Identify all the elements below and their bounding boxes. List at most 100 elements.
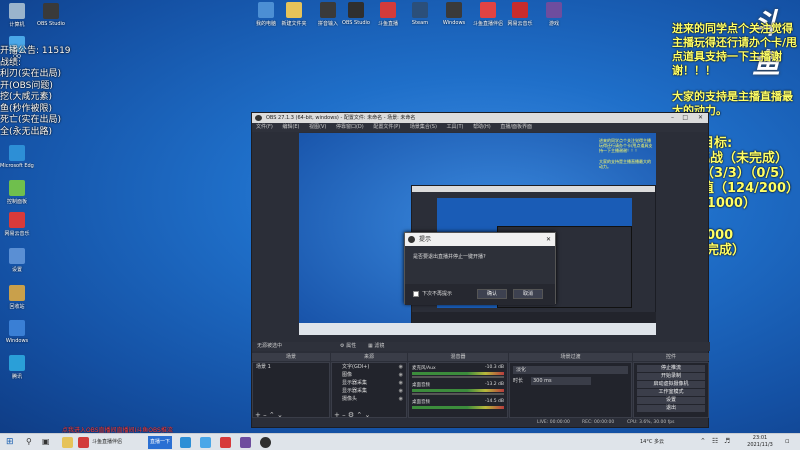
desktop-icon-label: OBS Studio bbox=[37, 21, 65, 27]
network-icon[interactable]: ☷ bbox=[712, 437, 718, 445]
settings-button[interactable]: 设置 bbox=[637, 397, 705, 404]
weather-text[interactable]: 14°C 多云 bbox=[640, 434, 664, 450]
menu-edit[interactable]: 编辑(E) bbox=[282, 124, 299, 130]
eye-icon[interactable]: ◉ bbox=[399, 395, 403, 403]
remove-scene-icon[interactable]: – bbox=[263, 411, 267, 419]
desktop-icon[interactable]: 腾讯 bbox=[0, 355, 34, 380]
netease-music-icon[interactable] bbox=[220, 437, 231, 448]
transition-select[interactable]: 淡化 bbox=[513, 366, 628, 374]
start-recording-button[interactable]: 开始录制 bbox=[637, 373, 705, 380]
taskbar-live-button[interactable]: 直播一下 bbox=[148, 436, 172, 449]
source-item[interactable]: 图像 ◉ bbox=[332, 371, 406, 379]
stop-streaming-button[interactable]: 停止推流 bbox=[637, 365, 705, 372]
desktop-icon-label: 网易云音乐 bbox=[507, 21, 533, 27]
filters-button[interactable]: ▦ 滤镜 bbox=[368, 342, 384, 351]
task-view-icon[interactable]: ▣ bbox=[42, 437, 50, 446]
desktop-icon[interactable]: Windows bbox=[0, 320, 34, 344]
volume-slider[interactable] bbox=[412, 376, 504, 378]
desktop-icon[interactable]: OBS Studio bbox=[339, 2, 373, 26]
properties-button[interactable]: ⚙ 属性 bbox=[340, 342, 356, 351]
volume-slider[interactable] bbox=[412, 393, 504, 395]
file-explorer-icon[interactable] bbox=[62, 437, 73, 448]
obs-taskbar-icon[interactable] bbox=[260, 437, 271, 448]
source-label: 显示器采集 bbox=[342, 388, 368, 394]
app-icon[interactable] bbox=[240, 437, 251, 448]
desktop-icon[interactable]: 计算机 bbox=[0, 3, 34, 28]
desktop-icon[interactable]: 回收站 bbox=[0, 285, 34, 310]
exit-button[interactable]: 退出 bbox=[637, 405, 705, 412]
desktop-icon[interactable]: 斗鱼直播 bbox=[371, 2, 405, 27]
virtual-camera-button[interactable]: 启动虚拟摄像机 bbox=[637, 381, 705, 388]
source-settings-icon[interactable]: ⚙ bbox=[348, 411, 354, 419]
desktop-icon[interactable]: Windows bbox=[437, 2, 471, 26]
taskbar-task-label[interactable]: 斗鱼直播伴侣 bbox=[92, 434, 122, 450]
add-scene-icon[interactable]: + bbox=[255, 411, 261, 419]
taskbar-clock[interactable]: 23:01 2021/11/3 bbox=[740, 435, 780, 449]
desktop-icon[interactable]: OBS Studio bbox=[34, 3, 68, 27]
source-item[interactable]: 显示器采集 ◉ bbox=[332, 387, 406, 395]
source-item[interactable]: 摄像头 ◉ bbox=[332, 395, 406, 403]
desktop-icon[interactable]: Microsoft Edge bbox=[0, 145, 34, 169]
menu-help[interactable]: 帮助(H) bbox=[473, 124, 491, 130]
eye-icon[interactable]: ◉ bbox=[399, 371, 403, 379]
move-up-icon[interactable]: ⌃ bbox=[269, 411, 275, 419]
source-item[interactable]: 文字(GDI+) ◉ bbox=[332, 363, 406, 371]
edge-icon[interactable] bbox=[180, 437, 191, 448]
menu-live-panel[interactable]: 直播/面板界面 bbox=[500, 124, 532, 130]
menu-profile[interactable]: 配置文件(P) bbox=[373, 124, 400, 130]
add-source-icon[interactable]: + bbox=[334, 411, 340, 419]
dialog-close-icon[interactable]: ✕ bbox=[546, 233, 551, 246]
desktop-icon[interactable]: 新建文件夹 bbox=[277, 2, 311, 27]
source-up-icon[interactable]: ⌃ bbox=[356, 411, 362, 419]
windows-start-icon[interactable]: ⊞ bbox=[6, 438, 14, 447]
scene-item[interactable]: 场景 1 bbox=[253, 363, 329, 371]
controls-header: 控件 bbox=[633, 353, 709, 361]
minimize-icon[interactable]: – bbox=[671, 113, 674, 123]
desktop-icon[interactable]: 游戏 bbox=[537, 2, 571, 27]
desktop-icon[interactable]: 控制面板 bbox=[0, 180, 34, 205]
cancel-button[interactable]: 取消 bbox=[513, 289, 543, 299]
tray-up-icon[interactable]: ⌃ bbox=[700, 437, 706, 445]
desktop-icon[interactable]: 网易云音乐 bbox=[0, 212, 34, 237]
search-icon[interactable]: ⚲ bbox=[26, 437, 32, 446]
overlay-message: 进来的同学点个关注觉得主播玩得还行请办个卡/甩点道具支持一下主播谢谢！！！ bbox=[672, 22, 798, 77]
overlay-line: 战绩: bbox=[0, 57, 22, 68]
qq-icon[interactable] bbox=[200, 437, 211, 448]
mixer-panel: 麦克风/Aux -10.3 dB 桌面音频 -13.2 dB 桌面音频 -14.5 d… bbox=[408, 362, 508, 418]
studio-mode-button[interactable]: 工作室模式 bbox=[637, 389, 705, 396]
close-icon[interactable]: ✕ bbox=[698, 113, 703, 123]
sources-header: 来源 bbox=[331, 353, 407, 361]
desktop-icon[interactable]: 网易云音乐 bbox=[503, 2, 537, 27]
desktop-icon-label: 计算机 bbox=[9, 22, 25, 28]
notification-icon[interactable]: ▫ bbox=[785, 437, 790, 445]
source-down-icon[interactable]: ⌄ bbox=[364, 411, 370, 419]
remove-source-icon[interactable]: – bbox=[342, 411, 346, 419]
overlay-line: 开播公告: 11519 bbox=[0, 46, 71, 56]
source-toolbar: 无源被选中 ⚙ 属性 ▦ 滤镜 bbox=[252, 342, 710, 351]
clock-date: 2021/11/3 bbox=[747, 442, 773, 448]
menu-view[interactable]: 视图(V) bbox=[309, 124, 326, 130]
menu-scene-collection[interactable]: 场景集合(S) bbox=[410, 124, 437, 130]
douyu-taskbar-icon[interactable] bbox=[78, 437, 89, 448]
duration-input[interactable]: 300 ms bbox=[531, 377, 591, 385]
dont-show-checkbox[interactable] bbox=[413, 291, 419, 297]
overlay-line: 利刃(实在出局) bbox=[0, 69, 62, 79]
confirm-button[interactable]: 确认 bbox=[477, 289, 507, 299]
eye-icon[interactable]: ◉ bbox=[399, 363, 403, 371]
menu-tools[interactable]: 工具(T) bbox=[447, 124, 464, 130]
desktop-icon[interactable]: 斗鱼直播伴侣 bbox=[471, 2, 505, 27]
desktop-icon[interactable]: Steam bbox=[403, 2, 437, 26]
eye-icon[interactable]: ◉ bbox=[399, 387, 403, 395]
desktop-icon[interactable]: 设置 bbox=[0, 248, 34, 273]
eye-icon[interactable]: ◉ bbox=[399, 379, 403, 387]
desktop-icon-label: 设置 bbox=[11, 267, 22, 273]
cpu-status: CPU: 3.6%, 30.00 fps bbox=[627, 420, 675, 425]
menu-docks[interactable]: 停靠窗口(D) bbox=[336, 124, 364, 130]
obs-titlebar[interactable]: OBS 27.1.3 (64-bit, windows) - 配置文件: 未命名… bbox=[252, 113, 708, 123]
menu-file[interactable]: 文件(F) bbox=[256, 124, 273, 130]
maximize-icon[interactable]: □ bbox=[682, 113, 688, 123]
volume-icon[interactable]: ♬ bbox=[724, 437, 730, 445]
clock-time: 23:01 bbox=[752, 435, 768, 441]
move-down-icon[interactable]: ⌄ bbox=[277, 411, 283, 419]
source-item[interactable]: 显示器采集 ◉ bbox=[332, 379, 406, 387]
